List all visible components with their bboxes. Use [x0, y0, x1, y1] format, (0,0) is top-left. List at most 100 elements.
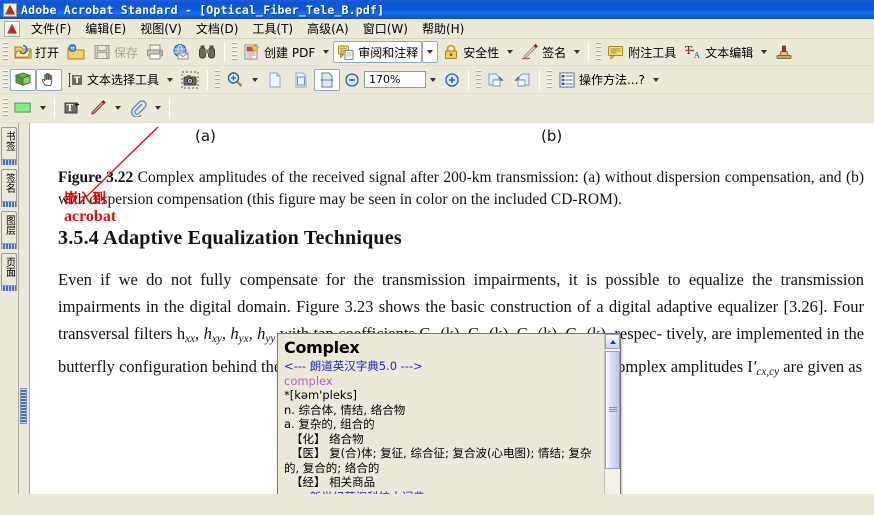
dictionary-popup[interactable]: Complex <--- 朗道英汉字典5.0 ---> complex *[kə…	[277, 333, 621, 494]
navigation-pane-splitter[interactable]	[19, 123, 30, 494]
var-hxy: , h	[195, 324, 212, 343]
subfigure-a-label: (a)	[195, 127, 216, 145]
review-comment-dropdown[interactable]	[422, 41, 439, 63]
document-page[interactable]: (a) (b) 嵌入到 acrobat Figure 3.22 Complex …	[30, 123, 874, 494]
menu-edit[interactable]: 编辑(E)	[78, 18, 133, 39]
text-edit-dropdown-caret[interactable]	[761, 50, 768, 54]
how-to-dropdown-caret[interactable]	[652, 77, 659, 82]
next-view-button[interactable]	[509, 69, 535, 91]
sidebar-tab-signatures[interactable]: 签名	[1, 169, 17, 207]
toolbar-grip[interactable]	[3, 42, 8, 62]
dictionary-source-1: <--- 朗道英汉字典5.0 --->	[284, 359, 423, 373]
how-to-button[interactable]: 操作方法...?	[554, 69, 649, 91]
sidebar-tab-bookmarks[interactable]: 书签	[1, 127, 17, 165]
zoom-in-button[interactable]	[440, 69, 464, 91]
menu-tools[interactable]: 工具(T)	[245, 18, 300, 39]
review-comment-button[interactable]: 审阅和注释	[333, 41, 423, 63]
navigation-tab-strip: 书签 签名 图层 页面	[0, 123, 19, 494]
app-icon	[3, 2, 17, 17]
hand-icon	[41, 72, 53, 86]
email-button[interactable]	[168, 41, 194, 63]
fit-page-button[interactable]	[288, 69, 314, 91]
highlight-dropdown-caret[interactable]	[40, 106, 46, 110]
scrollbar-thumb[interactable]	[605, 351, 620, 469]
toolbar-grip[interactable]	[547, 69, 553, 90]
text-box-tool-button[interactable]: T	[59, 97, 85, 119]
page-fit-width-icon	[320, 72, 334, 87]
scroll-up-button[interactable]	[605, 334, 620, 349]
splitter-grip[interactable]	[20, 388, 27, 424]
menu-window[interactable]: 窗口(W)	[356, 18, 415, 39]
menu-document[interactable]: 文档(D)	[189, 18, 246, 39]
sidebar-tab-pages[interactable]: 页面	[1, 253, 17, 291]
tab-grip[interactable]	[2, 285, 16, 291]
print-button[interactable]	[142, 41, 168, 63]
create-pdf-dropdown-caret[interactable]	[323, 50, 330, 54]
zoom-dropdown-caret[interactable]	[252, 77, 259, 82]
zoom-plus-icon	[445, 72, 459, 87]
svg-text:T: T	[67, 104, 74, 114]
toolbar-grip[interactable]	[215, 69, 221, 90]
zoom-out-button[interactable]	[340, 69, 364, 91]
fit-width-button[interactable]	[314, 68, 341, 91]
organizer-icon	[67, 44, 85, 60]
zoom-level-dropdown-caret[interactable]	[430, 77, 437, 82]
zoom-level-input[interactable]: 170%	[364, 71, 427, 88]
menu-view[interactable]: 视图(V)	[133, 18, 189, 39]
tab-grip[interactable]	[2, 159, 16, 165]
menu-help[interactable]: 帮助(H)	[415, 18, 471, 39]
toolbar-grip[interactable]	[476, 69, 482, 90]
sidebar-tab-bookmarks-label: 书签	[3, 131, 15, 151]
elibrary-button[interactable]	[10, 68, 36, 91]
select-tool-dropdown-caret[interactable]	[167, 77, 174, 82]
stamp-button[interactable]	[771, 41, 797, 63]
menu-advanced[interactable]: 高级(A)	[300, 18, 356, 39]
attach-dropdown-caret[interactable]	[155, 106, 161, 110]
sidebar-tab-pages-label: 页面	[3, 257, 15, 277]
toolbar-separator	[539, 69, 541, 90]
snapshot-button[interactable]	[177, 69, 203, 91]
sign-dropdown-caret[interactable]	[574, 50, 581, 54]
security-dropdown-caret[interactable]	[507, 50, 514, 54]
var-hyx: , h	[221, 324, 239, 343]
create-pdf-icon	[244, 43, 260, 60]
chevron-down-icon	[427, 50, 434, 54]
search-button[interactable]	[194, 41, 220, 63]
create-pdf-button[interactable]: 创建 PDF	[239, 41, 319, 63]
organizer-button[interactable]	[63, 41, 89, 63]
figure-caption-body: Complex amplitudes of the received signa…	[58, 169, 865, 208]
tab-grip[interactable]	[2, 243, 16, 249]
actual-size-button[interactable]	[262, 69, 288, 91]
open-button[interactable]: 打开	[10, 41, 63, 63]
menu-bar: 文件(F) 编辑(E) 视图(V) 文档(D) 工具(T) 高级(A) 窗口(W…	[0, 19, 874, 39]
attach-file-button[interactable]	[125, 97, 151, 119]
figure-caption-label: Figure 3.22	[58, 169, 134, 186]
save-button[interactable]: 保存	[89, 41, 142, 63]
zoom-in-tool-button[interactable]	[222, 69, 248, 91]
sidebar-tab-layers-label: 图层	[3, 215, 15, 235]
tab-grip[interactable]	[2, 201, 16, 207]
annotation-text: 嵌入到 acrobat	[64, 191, 116, 225]
toolbar-grip[interactable]	[3, 69, 8, 90]
note-tool-label: 附注工具	[628, 45, 677, 60]
dictionary-scrollbar[interactable]	[604, 334, 620, 494]
sidebar-tab-layers[interactable]: 图层	[1, 211, 17, 249]
pencil-tool-button[interactable]	[85, 97, 111, 119]
hand-tool-button[interactable]	[36, 68, 62, 91]
menu-file[interactable]: 文件(F)	[24, 18, 78, 39]
page-actual-size-icon	[269, 72, 281, 87]
note-tool-button[interactable]: 附注工具	[603, 41, 680, 63]
email-globe-icon	[173, 44, 189, 60]
text-edit-button[interactable]: T A 文本编辑	[680, 41, 757, 63]
zoom-minus-icon	[345, 72, 359, 87]
security-button[interactable]: 安全性	[438, 41, 503, 63]
previous-view-button[interactable]	[483, 69, 509, 91]
toolbar-grip[interactable]	[232, 42, 238, 62]
sign-button[interactable]: 签名	[517, 41, 570, 63]
highlight-tool-button[interactable]	[10, 97, 36, 119]
text-select-tool-button[interactable]: T 文本选择工具	[62, 69, 163, 91]
pencil-dropdown-caret[interactable]	[115, 106, 121, 110]
toolbar-grip[interactable]	[3, 98, 8, 118]
toolbar-grip[interactable]	[596, 42, 602, 62]
toolbar-separator	[588, 42, 590, 62]
